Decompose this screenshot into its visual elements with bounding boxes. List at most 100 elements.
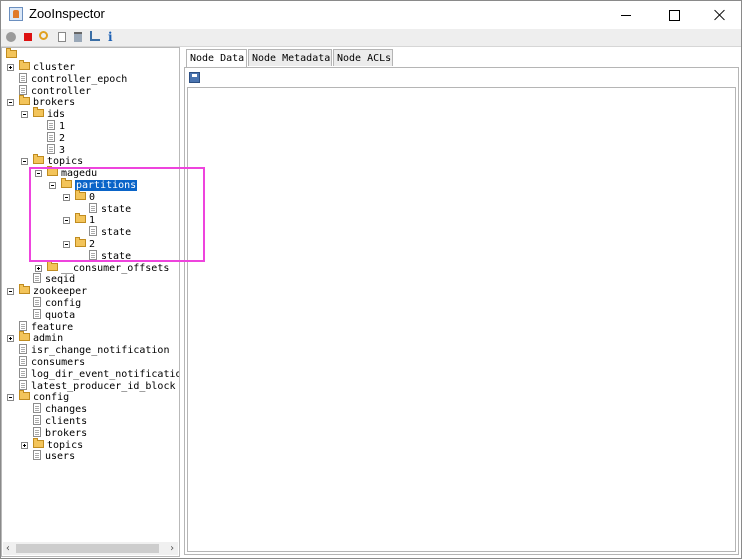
tree-node-row[interactable]: cluster xyxy=(7,60,75,74)
file-icon xyxy=(33,273,41,283)
java-app-icon xyxy=(9,7,23,21)
tree-node-row[interactable]: config xyxy=(7,390,69,404)
tree-node-row[interactable]: controller_epoch xyxy=(19,73,128,86)
folder-icon xyxy=(19,390,30,400)
scroll-left-icon[interactable]: ‹ xyxy=(5,542,11,555)
tree-node-row[interactable]: state xyxy=(89,226,132,239)
minimize-icon xyxy=(621,14,631,16)
file-icon xyxy=(47,120,55,130)
collapse-icon[interactable] xyxy=(7,99,14,106)
expand-icon[interactable] xyxy=(21,442,28,449)
collapse-icon[interactable] xyxy=(21,111,28,118)
info-icon: i xyxy=(108,30,113,44)
collapse-icon[interactable] xyxy=(49,182,56,189)
scroll-right-icon[interactable]: › xyxy=(169,542,175,555)
tab-node-data[interactable]: Node Data xyxy=(186,49,247,67)
tree-node-label: changes xyxy=(45,404,88,415)
tree-node-label: seqid xyxy=(45,274,76,285)
tree-node-row[interactable]: seqid xyxy=(33,273,76,286)
expand-icon[interactable] xyxy=(7,64,14,71)
close-icon xyxy=(714,9,726,21)
delete-node-button[interactable] xyxy=(72,31,84,43)
tree-horizontal-scrollbar[interactable]: ‹ › xyxy=(3,542,178,555)
collapse-icon[interactable] xyxy=(7,288,14,295)
tree-node-label: ids xyxy=(47,109,66,120)
tree-node-row[interactable]: brokers xyxy=(33,427,88,440)
node-tree-panel[interactable]: cluster controller_epoch controller brokers… xyxy=(1,47,180,557)
folder-icon xyxy=(75,213,86,223)
tree-node-row[interactable]: clients xyxy=(33,415,88,428)
refresh-button[interactable] xyxy=(39,31,51,43)
file-icon xyxy=(33,309,41,319)
file-icon xyxy=(47,132,55,142)
tree-node-row[interactable]: zookeeper xyxy=(7,284,87,298)
folder-icon xyxy=(61,178,72,188)
tree-node-row[interactable]: state xyxy=(89,250,132,263)
expand-icon[interactable] xyxy=(7,335,14,342)
folder-icon xyxy=(47,261,58,271)
folder-icon xyxy=(75,190,86,200)
tree-node-label: state xyxy=(101,204,132,215)
connect-button[interactable] xyxy=(5,31,17,43)
tree-node-label: feature xyxy=(31,322,74,333)
folder-icon xyxy=(19,60,30,70)
folder-icon xyxy=(33,438,44,448)
refresh-icon xyxy=(39,31,48,40)
collapse-icon[interactable] xyxy=(21,158,28,165)
node-data-textarea[interactable] xyxy=(187,87,736,552)
tree-node-label: topics xyxy=(47,156,84,167)
save-icon[interactable] xyxy=(189,72,200,83)
tree-node-row[interactable]: magedu xyxy=(35,166,97,180)
tab-node-acls[interactable]: Node ACLs xyxy=(333,49,393,66)
tree-node-label: topics xyxy=(47,440,84,451)
tree-node-row[interactable]: partitions xyxy=(49,178,138,192)
add-watch-icon xyxy=(90,31,100,41)
add-node-button[interactable] xyxy=(56,31,68,43)
folder-icon xyxy=(47,166,58,176)
collapse-icon[interactable] xyxy=(35,170,42,177)
tree-root[interactable] xyxy=(6,48,20,62)
collapse-icon[interactable] xyxy=(63,241,70,248)
folder-icon xyxy=(19,95,30,105)
tree-node-label: state xyxy=(101,251,132,262)
tree-node-label: consumers xyxy=(31,357,86,368)
connect-icon xyxy=(6,32,16,42)
tree-node-row[interactable]: quota xyxy=(33,309,75,322)
file-icon xyxy=(89,226,97,236)
tree-node-row[interactable]: topics xyxy=(21,154,84,168)
tree-node-label: clients xyxy=(45,416,88,427)
tree-node-label: controller_epoch xyxy=(31,74,128,85)
file-icon xyxy=(89,203,97,213)
info-button[interactable]: i xyxy=(108,31,120,43)
tree-node-row[interactable]: users xyxy=(33,450,75,463)
file-icon xyxy=(19,344,27,354)
tab-content xyxy=(184,67,739,555)
tab-node-metadata[interactable]: Node Metadata xyxy=(248,49,332,66)
collapse-icon[interactable] xyxy=(7,394,14,401)
tree-node-label: latest_producer_id_block xyxy=(31,381,176,392)
minimize-button[interactable] xyxy=(603,1,649,29)
tree-node-label: brokers xyxy=(45,428,88,439)
maximize-icon xyxy=(668,9,680,21)
tree-node-label: brokers xyxy=(33,97,76,108)
maximize-button[interactable] xyxy=(651,1,697,29)
collapse-icon[interactable] xyxy=(63,217,70,224)
disconnect-icon xyxy=(24,33,32,41)
tree-node-row[interactable]: consumers xyxy=(19,356,86,369)
file-icon xyxy=(19,368,27,378)
scrollbar-thumb[interactable] xyxy=(16,544,159,553)
tree-node-label: admin xyxy=(33,333,64,344)
collapse-icon[interactable] xyxy=(63,194,70,201)
tree-node-label: state xyxy=(101,227,132,238)
expand-icon[interactable] xyxy=(35,265,42,272)
file-icon xyxy=(19,85,27,95)
tree-node-row[interactable]: log_dir_event_notification xyxy=(19,368,179,381)
tree-node-row[interactable]: changes xyxy=(33,403,88,416)
tree-node-row[interactable]: state xyxy=(89,203,132,216)
add-watch-button[interactable] xyxy=(89,31,101,43)
tree-node-row[interactable]: isr_change_notification xyxy=(19,344,169,357)
close-button[interactable] xyxy=(697,1,741,29)
tree-node-row[interactable]: brokers xyxy=(7,95,76,109)
file-icon xyxy=(19,380,27,390)
disconnect-button[interactable] xyxy=(22,31,34,43)
